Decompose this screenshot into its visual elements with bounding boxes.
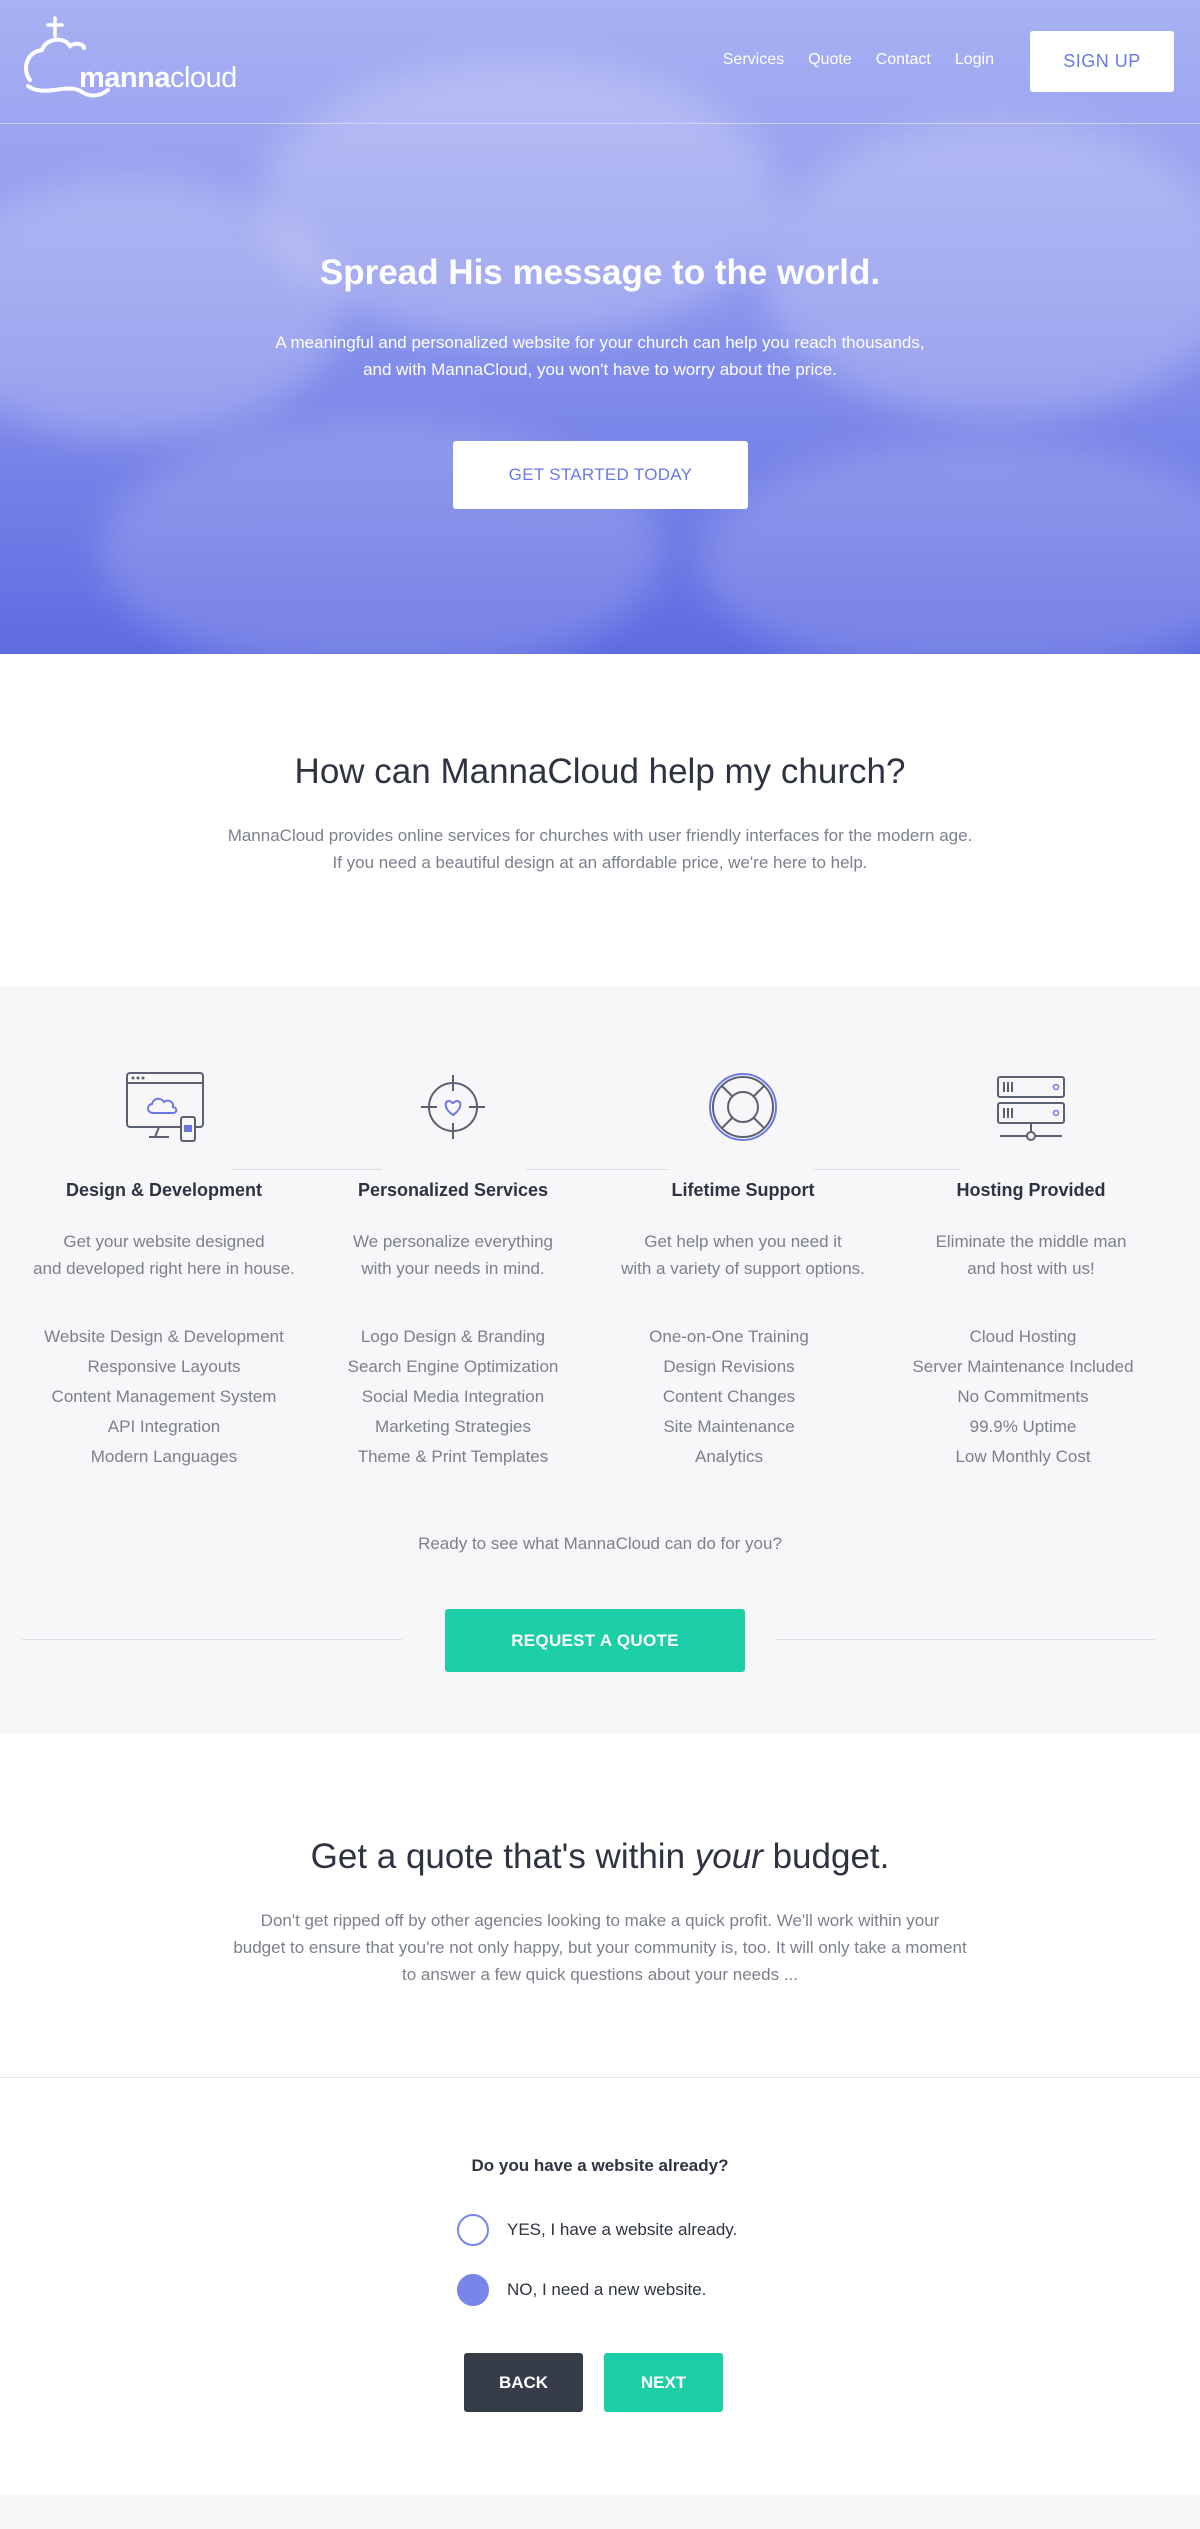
- intro-line: If you need a beautiful design at an aff…: [332, 853, 868, 872]
- list-item: API Integration: [107, 1417, 221, 1436]
- list-item: Social Media Integration: [361, 1387, 545, 1406]
- feature-lifetime-support: Lifetime Support Get help when you need …: [593, 1067, 893, 1472]
- nav-link-quote[interactable]: Quote: [808, 51, 852, 69]
- nav-links: Services Quote Contact Login: [723, 51, 994, 69]
- ready-text: Ready to see what MannaCloud can do for …: [418, 1534, 782, 1553]
- option-label: YES, I have a website already.: [507, 2220, 738, 2239]
- list-item: Cloud Hosting: [969, 1327, 1077, 1346]
- features-row: Design & Development Get your website de…: [0, 1067, 1200, 1467]
- desc-line: and host with us!: [967, 1259, 1095, 1278]
- feature-title: Lifetime Support: [671, 1180, 815, 1200]
- option-yes[interactable]: YES, I have a website already.: [457, 2214, 737, 2246]
- intro-title: How can MannaCloud help my church?: [294, 752, 906, 791]
- nav-link-services[interactable]: Services: [723, 51, 784, 69]
- hero-section: mannacloud Services Quote Contact Login …: [0, 0, 1200, 654]
- quote-title: Get a quote that's within your budget.: [0, 1837, 1200, 1877]
- list-item: 99.9% Uptime: [969, 1417, 1077, 1436]
- hero-subtitle: A meaningful and personalized website fo…: [220, 329, 980, 383]
- desc-line: with a variety of support options.: [621, 1259, 865, 1278]
- next-button[interactable]: NEXT: [604, 2353, 723, 2412]
- form-question: Do you have a website already?: [471, 2156, 729, 2175]
- feature-list: Cloud Hosting Server Maintenance Include…: [865, 1322, 1181, 1472]
- option-no[interactable]: NO, I need a new website.: [457, 2274, 706, 2306]
- logo-text: mannacloud: [79, 62, 237, 94]
- sign-up-button[interactable]: SIGN UP: [1030, 31, 1174, 92]
- nav-link-login[interactable]: Login: [955, 51, 994, 69]
- intro-section: How can MannaCloud help my church? Manna…: [0, 654, 1200, 987]
- back-button[interactable]: BACK: [464, 2353, 583, 2412]
- feature-description: Get help when you need it with a variety…: [593, 1228, 893, 1282]
- list-item: Content Management System: [51, 1387, 277, 1406]
- logo[interactable]: mannacloud: [24, 16, 237, 102]
- feature-description: Get your website designed and developed …: [14, 1228, 314, 1282]
- quote-section: Get a quote that's within your budget. D…: [0, 1733, 1200, 2078]
- cloud-shape: [700, 440, 1200, 654]
- desc-line: and developed right here in house.: [33, 1259, 295, 1278]
- radio-button[interactable]: [457, 2214, 489, 2246]
- list-item: Design Revisions: [663, 1357, 795, 1376]
- features-section: Design & Development Get your website de…: [0, 987, 1200, 1733]
- feature-design-development: Design & Development Get your website de…: [14, 1067, 314, 1472]
- desc-line: Get help when you need it: [644, 1232, 842, 1251]
- feature-list: One-on-One Training Design Revisions Con…: [565, 1322, 893, 1472]
- desc-line: Eliminate the middle man: [935, 1232, 1127, 1251]
- feature-list: Website Design & Development Responsive …: [14, 1322, 314, 1472]
- feature-hosting-provided: Hosting Provided Eliminate the middle ma…: [881, 1067, 1181, 1472]
- list-item: No Commitments: [957, 1387, 1089, 1406]
- quote-title-part: budget.: [762, 1837, 890, 1876]
- monitor-cloud-icon: [126, 1072, 204, 1142]
- feature-personalized-services: Personalized Services We personalize eve…: [303, 1067, 603, 1472]
- list-item: Responsive Layouts: [87, 1357, 241, 1376]
- feature-description: Eliminate the middle man and host with u…: [881, 1228, 1181, 1282]
- feature-title: Personalized Services: [357, 1180, 549, 1200]
- divider-line: [775, 1639, 1155, 1640]
- feature-list: Logo Design & Branding Search Engine Opt…: [303, 1322, 603, 1472]
- quote-text: Don't get ripped off by other agencies l…: [200, 1907, 1000, 1988]
- quote-title-part: Get a quote that's within: [310, 1837, 695, 1876]
- feature-title: Design & Development: [65, 1180, 263, 1200]
- hero-subtitle-line: A meaningful and personalized website fo…: [275, 333, 925, 352]
- radio-button-selected[interactable]: [457, 2274, 489, 2306]
- feature-title: Hosting Provided: [956, 1180, 1106, 1200]
- get-started-button[interactable]: GET STARTED TODAY: [453, 441, 748, 509]
- list-item: Site Maintenance: [663, 1417, 795, 1436]
- target-heart-icon: [421, 1075, 485, 1139]
- quote-line: Don't get ripped off by other agencies l…: [260, 1911, 940, 1930]
- quote-title-emphasis: your: [694, 1837, 763, 1876]
- list-item: Server Maintenance Included: [912, 1357, 1134, 1376]
- quote-line: budget to ensure that you're not only ha…: [233, 1938, 967, 1957]
- quote-line: to answer a few quick questions about yo…: [402, 1965, 798, 1984]
- desc-line: Get your website designed: [63, 1232, 265, 1251]
- hero-subtitle-line: and with MannaCloud, you won't have to w…: [363, 360, 837, 379]
- lifebuoy-icon: [709, 1073, 777, 1141]
- footer-strip: [0, 2494, 1200, 2529]
- nav-link-contact[interactable]: Contact: [876, 51, 931, 69]
- top-nav: mannacloud Services Quote Contact Login …: [0, 0, 1200, 124]
- desc-line: with your needs in mind.: [361, 1259, 545, 1278]
- divider-line: [22, 1639, 402, 1640]
- list-item: Modern Languages: [90, 1447, 238, 1466]
- list-item: Logo Design & Branding: [360, 1327, 546, 1346]
- request-quote-button[interactable]: REQUEST A QUOTE: [445, 1609, 745, 1672]
- list-item: Theme & Print Templates: [357, 1447, 549, 1466]
- hero-title: Spread His message to the world.: [319, 253, 881, 292]
- list-item: Marketing Strategies: [375, 1417, 531, 1436]
- list-item: Low Monthly Cost: [955, 1447, 1091, 1466]
- option-label: NO, I need a new website.: [507, 2280, 707, 2299]
- list-item: Analytics: [694, 1447, 764, 1466]
- intro-text: MannaCloud provides online services for …: [190, 822, 1010, 876]
- server-icon: [997, 1076, 1065, 1141]
- quote-form: Do you have a website already? YES, I ha…: [0, 2078, 1200, 2494]
- list-item: One-on-One Training: [649, 1327, 809, 1346]
- feature-description: We personalize everything with your need…: [303, 1228, 603, 1282]
- list-item: Website Design & Development: [44, 1327, 284, 1346]
- list-item: Search Engine Optimization: [347, 1357, 559, 1376]
- desc-line: We personalize everything: [352, 1232, 553, 1251]
- intro-line: MannaCloud provides online services for …: [227, 826, 973, 845]
- list-item: Content Changes: [662, 1387, 796, 1406]
